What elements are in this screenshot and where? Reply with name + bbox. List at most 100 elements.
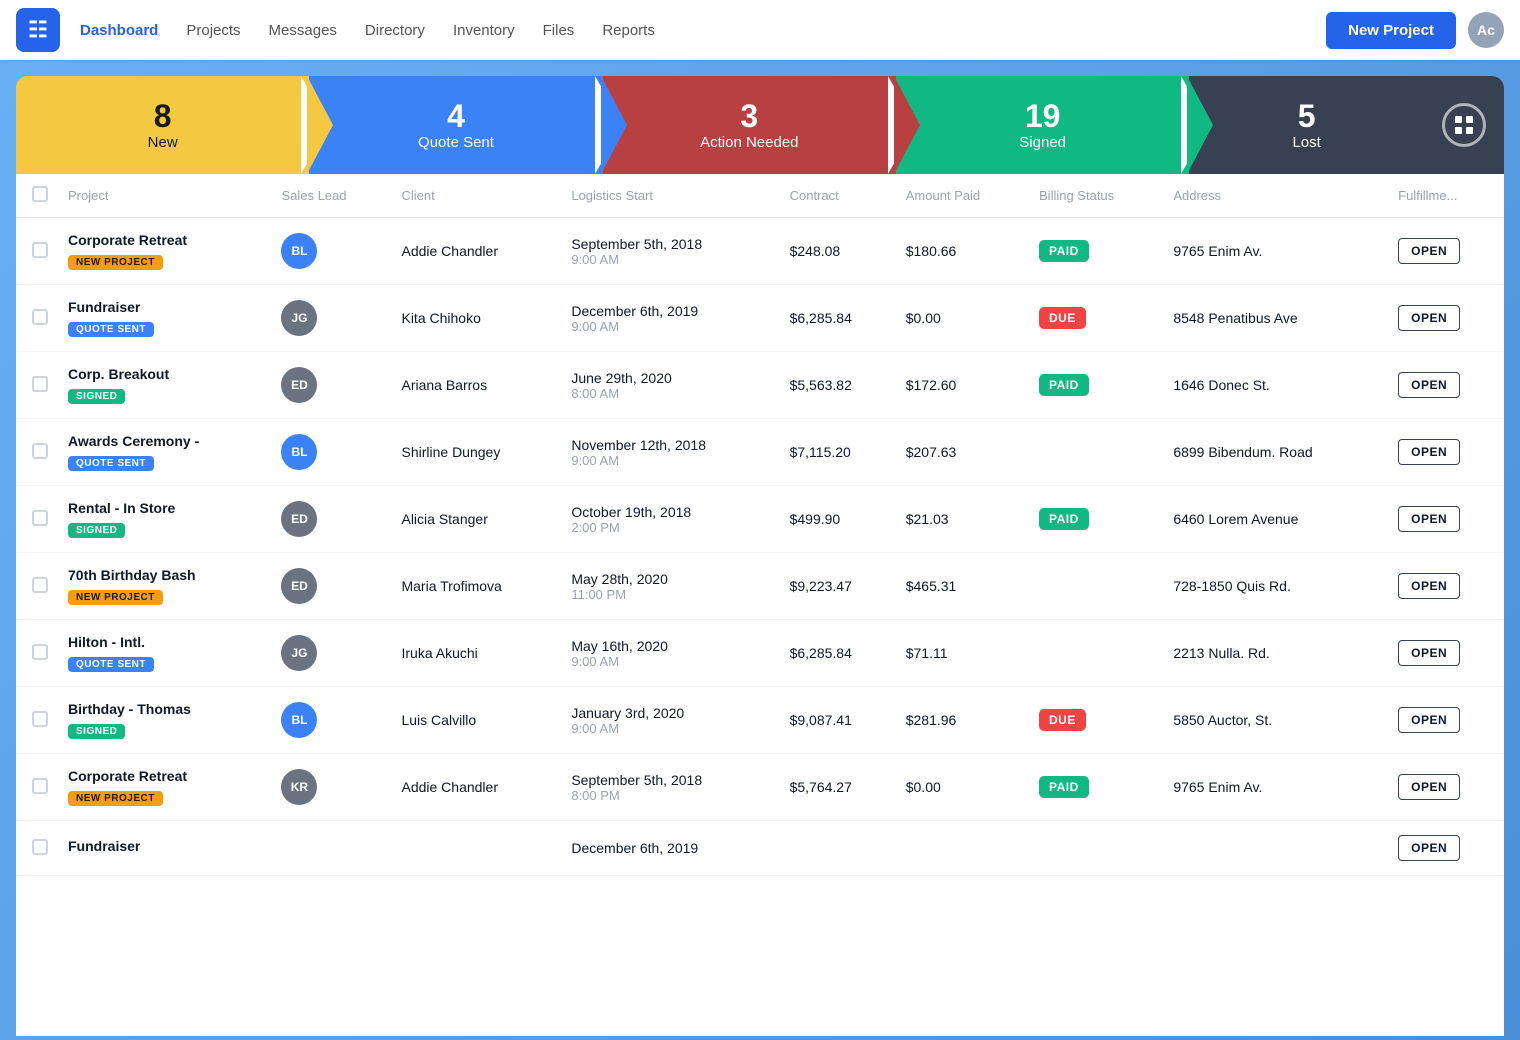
- row-checkbox-cell: [16, 821, 58, 876]
- open-button[interactable]: OPEN: [1398, 707, 1460, 733]
- contract-value: $5,764.27: [790, 779, 852, 795]
- row-address-cell: 2213 Nulla. Rd.: [1163, 620, 1388, 687]
- project-name: Hilton - Intl.: [68, 634, 261, 650]
- address-value: 6899 Bibendum. Road: [1173, 444, 1312, 460]
- address-value: 5850 Auctor, St.: [1173, 712, 1272, 728]
- pipeline-lost-count: 5: [1298, 100, 1316, 132]
- nav-files[interactable]: Files: [543, 18, 575, 43]
- pipeline-action[interactable]: 3 Action Needed: [603, 76, 896, 174]
- project-name: Fundraiser: [68, 299, 261, 315]
- row-project-cell: Birthday - Thomas SIGNED: [58, 687, 271, 754]
- row-amountpaid-cell: $207.63: [896, 419, 1029, 486]
- col-amountpaid: Amount Paid: [896, 174, 1029, 218]
- row-address-cell: 8548 Penatibus Ave: [1163, 285, 1388, 352]
- row-project-cell: Corporate Retreat NEW PROJECT: [58, 218, 271, 285]
- address-value: 8548 Penatibus Ave: [1173, 310, 1297, 326]
- avatar: JG: [281, 300, 317, 336]
- grid-view-icon[interactable]: [1442, 103, 1486, 147]
- nav-directory[interactable]: Directory: [365, 18, 425, 43]
- pipeline-grid-icon[interactable]: [1424, 76, 1504, 174]
- logistics-time: 2:00 PM: [571, 520, 769, 535]
- open-button[interactable]: OPEN: [1398, 640, 1460, 666]
- row-checkbox[interactable]: [32, 778, 48, 794]
- row-saleslead-cell: KR: [271, 754, 391, 821]
- col-project: Project: [58, 174, 271, 218]
- row-client-cell: Iruka Akuchi: [391, 620, 561, 687]
- client-name: Addie Chandler: [401, 779, 498, 795]
- open-button[interactable]: OPEN: [1398, 238, 1460, 264]
- pipeline-signed-count: 19: [1025, 100, 1061, 132]
- avatar: BL: [281, 702, 317, 738]
- row-project-cell: 70th Birthday Bash NEW PROJECT: [58, 553, 271, 620]
- row-checkbox[interactable]: [32, 839, 48, 855]
- billing-status-badge: PAID: [1039, 240, 1089, 262]
- open-button[interactable]: OPEN: [1398, 774, 1460, 800]
- amount-paid-value: $0.00: [906, 310, 941, 326]
- pipeline-new[interactable]: 8 New: [16, 76, 309, 174]
- address-value: 1646 Donec St.: [1173, 377, 1270, 393]
- pipeline-lost[interactable]: 5 Lost: [1189, 76, 1424, 174]
- row-open-cell: OPEN: [1388, 754, 1504, 821]
- col-checkbox: [16, 174, 58, 218]
- logistics-date: October 19th, 2018: [571, 504, 769, 520]
- logistics-date: November 12th, 2018: [571, 437, 769, 453]
- row-checkbox[interactable]: [32, 577, 48, 593]
- row-saleslead-cell: BL: [271, 687, 391, 754]
- pipeline-signed[interactable]: 19 Signed: [896, 76, 1189, 174]
- nav-inventory[interactable]: Inventory: [453, 18, 515, 43]
- row-saleslead-cell: JG: [271, 285, 391, 352]
- avatar: BL: [281, 434, 317, 470]
- table-row: Hilton - Intl. QUOTE SENT JG Iruka Akuch…: [16, 620, 1504, 687]
- amount-paid-value: $180.66: [906, 243, 957, 259]
- project-name: Awards Ceremony -: [68, 433, 261, 449]
- row-checkbox[interactable]: [32, 443, 48, 459]
- nav-messages[interactable]: Messages: [269, 18, 337, 43]
- project-name: Rental - In Store: [68, 500, 261, 516]
- row-checkbox[interactable]: [32, 376, 48, 392]
- row-checkbox-cell: [16, 754, 58, 821]
- row-contract-cell: $9,223.47: [780, 553, 896, 620]
- row-checkbox[interactable]: [32, 711, 48, 727]
- row-checkbox-cell: [16, 687, 58, 754]
- nav-reports[interactable]: Reports: [602, 18, 655, 43]
- select-all-checkbox[interactable]: [32, 186, 48, 202]
- logo[interactable]: ☷: [16, 8, 60, 52]
- row-checkbox[interactable]: [32, 309, 48, 325]
- row-checkbox[interactable]: [32, 510, 48, 526]
- amount-paid-value: $465.31: [906, 578, 957, 594]
- row-checkbox[interactable]: [32, 242, 48, 258]
- project-badge: NEW PROJECT: [68, 590, 163, 605]
- row-client-cell: Alicia Stanger: [391, 486, 561, 553]
- row-checkbox-cell: [16, 486, 58, 553]
- amount-paid-value: $21.03: [906, 511, 949, 527]
- account-avatar[interactable]: Ac: [1468, 12, 1504, 48]
- row-contract-cell: $6,285.84: [780, 620, 896, 687]
- row-billing-cell: DUE: [1029, 687, 1163, 754]
- row-checkbox[interactable]: [32, 644, 48, 660]
- pipeline-new-count: 8: [154, 100, 172, 132]
- pipeline: 8 New 4 Quote Sent 3 Action Needed 19 Si…: [16, 76, 1504, 174]
- client-name: Shirline Dungey: [401, 444, 500, 460]
- open-button[interactable]: OPEN: [1398, 372, 1460, 398]
- open-button[interactable]: OPEN: [1398, 835, 1460, 861]
- nav-dashboard[interactable]: Dashboard: [80, 18, 158, 43]
- open-button[interactable]: OPEN: [1398, 573, 1460, 599]
- row-billing-cell: [1029, 821, 1163, 876]
- open-button[interactable]: OPEN: [1398, 439, 1460, 465]
- contract-value: $9,223.47: [790, 578, 852, 594]
- col-saleslead: Sales Lead: [271, 174, 391, 218]
- project-badge: NEW PROJECT: [68, 791, 163, 806]
- row-project-cell: Hilton - Intl. QUOTE SENT: [58, 620, 271, 687]
- new-project-button[interactable]: New Project: [1326, 12, 1456, 49]
- pipeline-lost-label: Lost: [1292, 134, 1320, 151]
- row-billing-cell: [1029, 553, 1163, 620]
- logistics-date: May 16th, 2020: [571, 638, 769, 654]
- avatar: ED: [281, 367, 317, 403]
- nav-projects[interactable]: Projects: [186, 18, 240, 43]
- row-project-cell: Corp. Breakout SIGNED: [58, 352, 271, 419]
- open-button[interactable]: OPEN: [1398, 506, 1460, 532]
- open-button[interactable]: OPEN: [1398, 305, 1460, 331]
- pipeline-quote[interactable]: 4 Quote Sent: [309, 76, 602, 174]
- row-client-cell: Ariana Barros: [391, 352, 561, 419]
- row-amountpaid-cell: $172.60: [896, 352, 1029, 419]
